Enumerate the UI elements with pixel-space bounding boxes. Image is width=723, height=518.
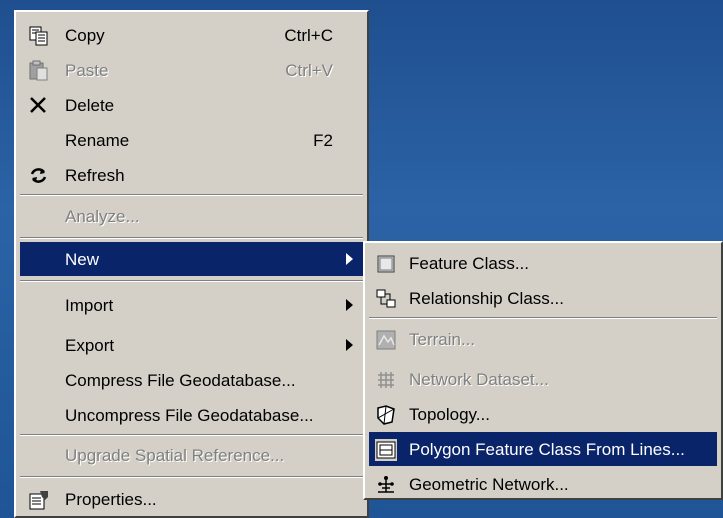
menu-item-shortcut: Ctrl+V <box>285 61 333 80</box>
new-submenu: Feature Class... Relationship Class... T… <box>363 241 723 500</box>
geometric-network-icon <box>375 474 397 496</box>
menu-item-label: Copy <box>65 26 105 45</box>
context-menu: Copy Ctrl+C Paste Ctrl+V Delete Rename F… <box>14 10 369 518</box>
menu-item-paste[interactable]: Paste Ctrl+V <box>20 53 363 87</box>
menu-item-label: Geometric Network... <box>409 475 569 494</box>
menu-separator <box>20 280 363 282</box>
menu-item-properties[interactable]: Properties... <box>20 482 363 516</box>
menu-item-compress[interactable]: Compress File Geodatabase... <box>20 363 363 397</box>
terrain-icon <box>375 329 397 351</box>
menu-item-import[interactable]: Import <box>20 288 363 322</box>
menu-item-label: Network Dataset... <box>409 370 549 389</box>
network-dataset-icon <box>375 369 397 391</box>
relationship-class-icon <box>375 288 397 310</box>
menu-item-label: Refresh <box>65 166 125 185</box>
menu-separator <box>369 317 717 319</box>
menu-separator <box>20 237 363 239</box>
submenu-item-polygon-feature-class-from-lines[interactable]: Polygon Feature Class From Lines... <box>369 432 717 466</box>
submenu-item-terrain[interactable]: Terrain... <box>369 322 717 356</box>
menu-item-label: New <box>65 250 100 269</box>
menu-item-upgrade-spatial-reference[interactable]: Upgrade Spatial Reference... <box>20 438 363 472</box>
menu-item-shortcut: F2 <box>313 131 333 150</box>
paste-icon <box>28 60 50 82</box>
menu-separator <box>20 194 363 196</box>
menu-item-label: Compress File Geodatabase... <box>65 371 296 390</box>
menu-item-export[interactable]: Export <box>20 328 363 362</box>
submenu-item-geometric-network[interactable]: Geometric Network... <box>369 467 717 501</box>
polygon-feature-class-icon <box>375 439 397 461</box>
menu-item-copy[interactable]: Copy Ctrl+C <box>20 18 363 52</box>
properties-icon <box>28 489 50 511</box>
menu-item-label: Import <box>65 296 114 315</box>
submenu-arrow-icon <box>346 253 353 265</box>
menu-item-label: Upgrade Spatial Reference... <box>65 446 285 465</box>
menu-item-analyze[interactable]: Analyze... <box>20 199 363 233</box>
submenu-item-network-dataset[interactable]: Network Dataset... <box>369 362 717 396</box>
menu-item-refresh[interactable]: Refresh <box>20 158 363 192</box>
menu-item-label: Paste <box>65 61 109 80</box>
menu-item-label: Rename <box>65 131 130 150</box>
menu-item-label: Polygon Feature Class From Lines... <box>409 440 685 459</box>
submenu-item-relationship-class[interactable]: Relationship Class... <box>369 281 717 315</box>
refresh-icon <box>28 165 50 187</box>
menu-item-label: Topology... <box>409 405 490 424</box>
submenu-arrow-icon <box>346 339 353 351</box>
menu-item-label: Relationship Class... <box>409 289 564 308</box>
menu-item-rename[interactable]: Rename F2 <box>20 123 363 157</box>
submenu-item-topology[interactable]: Topology... <box>369 397 717 431</box>
menu-item-label: Uncompress File Geodatabase... <box>65 406 314 425</box>
copy-icon <box>28 25 50 47</box>
submenu-arrow-icon <box>346 299 353 311</box>
menu-item-shortcut: Ctrl+C <box>284 26 333 45</box>
menu-separator <box>20 476 363 478</box>
menu-item-uncompress[interactable]: Uncompress File Geodatabase... <box>20 398 363 432</box>
menu-item-label: Properties... <box>65 490 157 509</box>
menu-item-label: Feature Class... <box>409 254 529 273</box>
submenu-item-feature-class[interactable]: Feature Class... <box>369 246 717 280</box>
menu-item-label: Terrain... <box>409 330 476 349</box>
menu-item-label: Delete <box>65 96 115 115</box>
menu-item-label: Export <box>65 336 115 355</box>
feature-class-icon <box>375 253 397 275</box>
delete-icon <box>28 95 50 117</box>
menu-item-label: Analyze... <box>65 207 140 226</box>
menu-separator <box>20 434 363 436</box>
topology-icon <box>375 404 397 426</box>
menu-item-delete[interactable]: Delete <box>20 88 363 122</box>
menu-item-new[interactable]: New <box>20 242 363 276</box>
